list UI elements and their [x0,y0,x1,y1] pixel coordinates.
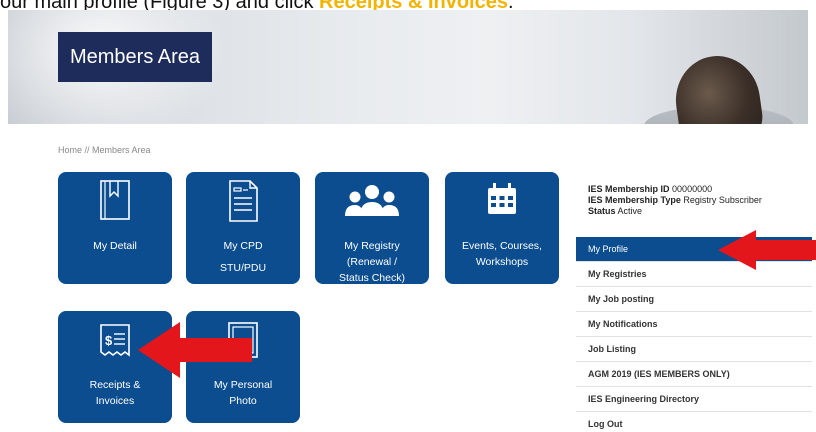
page-title: Members Area [58,32,212,82]
tile-label-line: Events, Courses, [462,240,542,252]
bookmark-book-icon [100,180,130,220]
membership-status-label: Status [588,206,616,216]
tile-label: My Registry (Renewal / Status Check) [319,238,425,286]
menu-item-my-job-posting[interactable]: My Job posting [576,287,812,312]
membership-type-value: Registry Subscriber [683,195,762,205]
tile-label: My Detail [62,238,168,254]
menu-item-engineering-directory[interactable]: IES Engineering Directory [576,387,812,412]
tile-label: Events, Courses, Workshops [449,238,555,270]
tile-label-line: Status Check) [339,272,405,284]
banner-photo-person [670,50,766,124]
tile-label-line: (Renewal / [346,256,398,268]
membership-id-label: IES Membership ID [588,184,670,194]
tile-my-detail[interactable]: My Detail [58,172,172,284]
annotation-arrow-left [138,322,252,378]
membership-status-row: Status Active [588,206,762,217]
breadcrumb[interactable]: Home // Members Area [58,145,151,155]
tile-my-cpd[interactable]: My CPD STU/PDU [186,172,300,284]
tile-events-courses[interactable]: Events, Courses, Workshops [445,172,559,284]
tile-label-line: Photo [229,395,257,407]
tile-my-registry[interactable]: My Registry (Renewal / Status Check) [315,172,429,284]
tile-label-line: STU/PDU [219,262,267,274]
tile-label-line: My Detail [93,240,137,252]
tile-label: My CPD STU/PDU [190,238,296,276]
membership-type-label: IES Membership Type [588,195,681,205]
tile-label-line: Invoices [95,395,135,407]
membership-id-value: 00000000 [672,184,713,194]
calendar-icon [488,183,516,214]
membership-info: IES Membership ID 00000000 IES Membershi… [588,184,762,217]
svg-text:$: $ [105,333,113,348]
membership-type-row: IES Membership Type Registry Subscriber [588,195,762,206]
menu-item-job-listing[interactable]: Job Listing [576,337,812,362]
tile-label-line: Workshops [475,256,529,268]
menu-item-my-notifications[interactable]: My Notifications [576,312,812,337]
receipt-icon: $ [100,324,130,357]
tile-label-line: My CPD [223,240,263,252]
membership-id-row: IES Membership ID 00000000 [588,184,762,195]
group-people-icon [345,185,399,216]
membership-status-value: Active [617,206,643,216]
tile-label-line: My Registry [344,240,400,252]
document-icon [229,180,258,222]
menu-item-agm-2019[interactable]: AGM 2019 (IES MEMBERS ONLY) [576,362,812,387]
members-banner: Members Area [8,10,808,124]
menu-item-log-out[interactable]: Log Out [576,412,812,432]
annotation-arrow-profile [718,230,816,270]
